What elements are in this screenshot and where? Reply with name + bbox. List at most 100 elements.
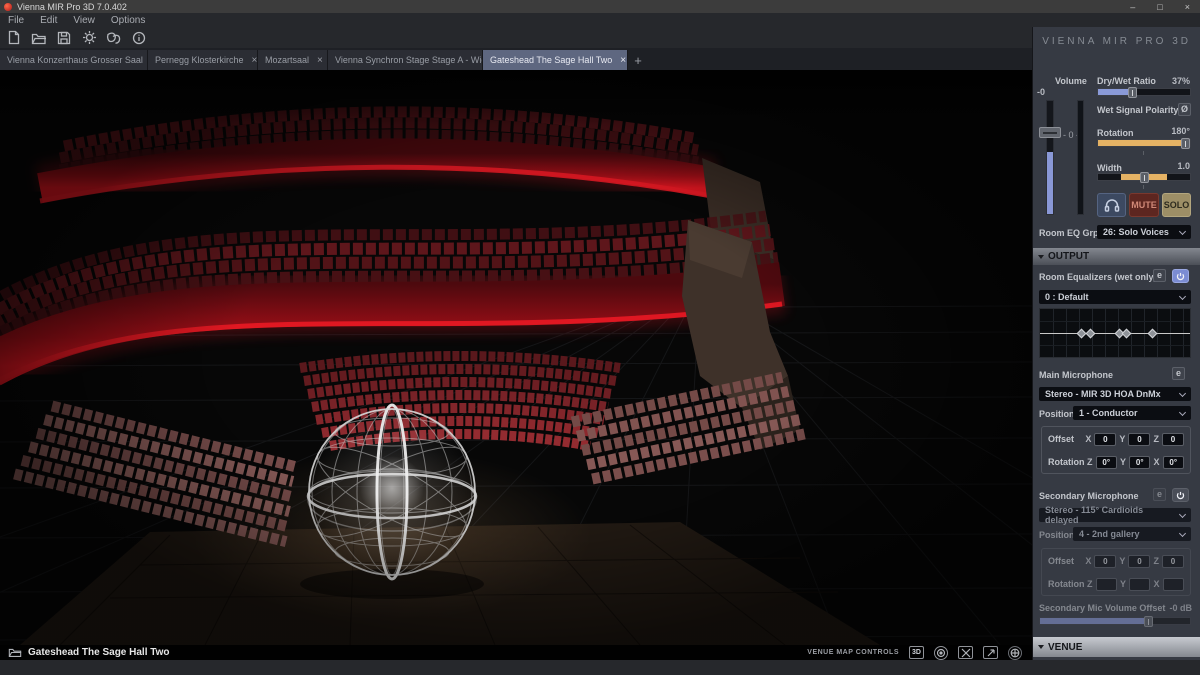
add-tab-button[interactable]: + — [628, 50, 648, 70]
maximize-button[interactable]: □ — [1157, 2, 1162, 12]
sec-vol-slider-handle[interactable] — [1144, 616, 1153, 627]
rotation-slider[interactable] — [1097, 139, 1191, 147]
rotation-value: 180° — [1171, 126, 1190, 136]
secondary-mic-position-label: Position — [1039, 530, 1075, 540]
rotation-center-tick — [1143, 151, 1144, 155]
venue-3d-scene — [0, 70, 1032, 645]
dry-wet-value: 37% — [1172, 76, 1190, 86]
main-mic-format-dropdown[interactable]: Stereo - MIR 3D HOA DnMx — [1039, 387, 1191, 401]
view-3d-button[interactable]: 3D — [909, 646, 924, 659]
dry-wet-slider-handle[interactable] — [1128, 87, 1137, 98]
tab-pernegg-klosterkirche[interactable]: Pernegg Klosterkirche× — [148, 50, 258, 70]
room-eq-edit-button[interactable]: e — [1153, 269, 1166, 282]
chevron-down-icon — [1179, 228, 1186, 235]
sec-offset-y-field[interactable]: 0 — [1128, 555, 1150, 568]
main-mic-edit-button[interactable]: e — [1172, 367, 1185, 380]
app-window: Vienna MIR Pro 3D 7.0.402 – □ × File Edi… — [0, 0, 1200, 675]
open-project-button[interactable] — [30, 29, 48, 46]
eq-node[interactable] — [1086, 329, 1096, 339]
tab-gateshead-sage-active[interactable]: Gateshead The Sage Hall Two× — [483, 50, 628, 70]
main-offset-x-field[interactable]: 0 — [1094, 433, 1116, 446]
chevron-down-icon — [1179, 293, 1186, 300]
headphones-icon — [1104, 198, 1120, 213]
sec-rot-x-field[interactable] — [1163, 578, 1184, 591]
settings-button[interactable] — [80, 29, 98, 46]
save-project-button[interactable] — [55, 29, 73, 46]
main-rot-x-field[interactable]: 0° — [1163, 456, 1184, 469]
tab-close-icon[interactable]: × — [317, 55, 323, 66]
solo-button[interactable]: SOLO — [1162, 193, 1191, 217]
zoom-selection-icon — [986, 648, 996, 658]
status-bar: Gateshead The Sage Hall Two VENUE MAP CO… — [0, 645, 1032, 660]
sec-offset-z-field[interactable]: 0 — [1162, 555, 1184, 568]
tab-vienna-konzerthaus[interactable]: Vienna Konzerthaus Grosser Saal× — [0, 50, 148, 70]
menu-file[interactable]: File — [8, 15, 24, 26]
title-bar: Vienna MIR Pro 3D 7.0.402 – □ × — [0, 0, 1200, 13]
venues-button[interactable] — [105, 29, 123, 46]
width-slider-handle[interactable] — [1140, 172, 1149, 183]
eq-node[interactable] — [1122, 329, 1132, 339]
secondary-mic-position-dropdown[interactable]: 4 - 2nd gallery — [1073, 527, 1191, 541]
room-eq-power-button[interactable] — [1172, 269, 1189, 283]
zoom-extents-icon — [961, 648, 971, 658]
tab-mozartsaal[interactable]: Mozartsaal× — [258, 50, 328, 70]
menu-edit[interactable]: Edit — [40, 15, 57, 26]
about-button[interactable] — [130, 29, 148, 46]
loaded-venue-name: Gateshead The Sage Hall Two — [28, 647, 170, 658]
offset-label: Offset — [1048, 434, 1082, 444]
room-eq-graph[interactable] — [1039, 308, 1191, 358]
main-mic-position-dropdown[interactable]: 1 - Conductor — [1073, 406, 1191, 420]
volume-label: Volume — [1055, 76, 1087, 86]
secondary-mic-label: Secondary Microphone — [1039, 491, 1139, 501]
tab-synchron-stage[interactable]: Vienna Synchron Stage Stage A - Wide× — [328, 50, 483, 70]
sec-vol-offset-label: Secondary Mic Volume Offset — [1039, 603, 1165, 613]
close-button[interactable]: × — [1185, 2, 1190, 12]
secondary-mic-power-button[interactable] — [1172, 488, 1189, 502]
compass-button[interactable] — [1008, 646, 1022, 660]
volume-fader[interactable] — [1046, 100, 1054, 215]
secondary-mic-edit-button[interactable]: e — [1153, 488, 1166, 501]
room-eq-preset-dropdown[interactable]: 0 : Default — [1039, 290, 1191, 304]
output-section-header[interactable]: OUTPUT — [1033, 248, 1200, 265]
tab-close-icon[interactable]: × — [252, 55, 258, 66]
menu-options[interactable]: Options — [111, 15, 145, 26]
mute-button[interactable]: MUTE — [1129, 193, 1159, 217]
secondary-mic-format-dropdown[interactable]: Stereo - 115° Cardioids delayed — [1039, 508, 1191, 522]
sec-rot-y-field[interactable] — [1129, 578, 1150, 591]
main-rot-z-field[interactable]: 0° — [1096, 456, 1117, 469]
eq-node[interactable] — [1147, 329, 1157, 339]
info-icon — [132, 31, 146, 45]
orbit-view-button[interactable] — [934, 646, 948, 660]
polarity-button[interactable]: Ø — [1178, 103, 1191, 116]
menu-view[interactable]: View — [73, 15, 95, 26]
main-offset-y-field[interactable]: 0 — [1128, 433, 1150, 446]
output-level-meter — [1077, 100, 1084, 215]
listen-button[interactable] — [1097, 193, 1126, 217]
volume-fader-handle[interactable] — [1039, 127, 1061, 138]
minimize-button[interactable]: – — [1130, 2, 1135, 12]
app-icon — [4, 3, 12, 11]
compass-icon — [1010, 648, 1020, 658]
venue-3d-view[interactable] — [0, 70, 1032, 645]
power-icon — [1176, 272, 1185, 281]
collapse-arrow-icon — [1038, 645, 1044, 649]
room-eq-grp-dropdown[interactable]: 26: Solo Voices — [1097, 225, 1191, 239]
venue-section-header[interactable]: VENUE — [1033, 637, 1200, 657]
zoom-extents-button[interactable] — [958, 646, 973, 659]
width-slider[interactable] — [1097, 173, 1191, 181]
dry-wet-slider[interactable] — [1097, 88, 1191, 96]
width-center-tick — [1143, 185, 1144, 189]
main-offset-z-field[interactable]: 0 — [1162, 433, 1184, 446]
secondary-mic-offset-group: Offset X0 Y0 Z0 Rotation Z Y X — [1041, 548, 1191, 596]
main-rot-y-field[interactable]: 0° — [1129, 456, 1150, 469]
zoom-selection-button[interactable] — [983, 646, 998, 659]
tab-close-icon[interactable]: × — [620, 55, 626, 66]
venue-map-controls-label: VENUE MAP CONTROLS — [807, 649, 899, 656]
sec-offset-x-field[interactable]: 0 — [1094, 555, 1116, 568]
window-title: Vienna MIR Pro 3D 7.0.402 — [17, 2, 127, 12]
rotation-slider-handle[interactable] — [1181, 138, 1190, 149]
new-project-button[interactable] — [5, 29, 23, 46]
rotation-group-label: Rotation — [1048, 457, 1084, 467]
sec-vol-offset-slider[interactable] — [1039, 617, 1191, 625]
sec-rot-z-field[interactable] — [1096, 578, 1117, 591]
